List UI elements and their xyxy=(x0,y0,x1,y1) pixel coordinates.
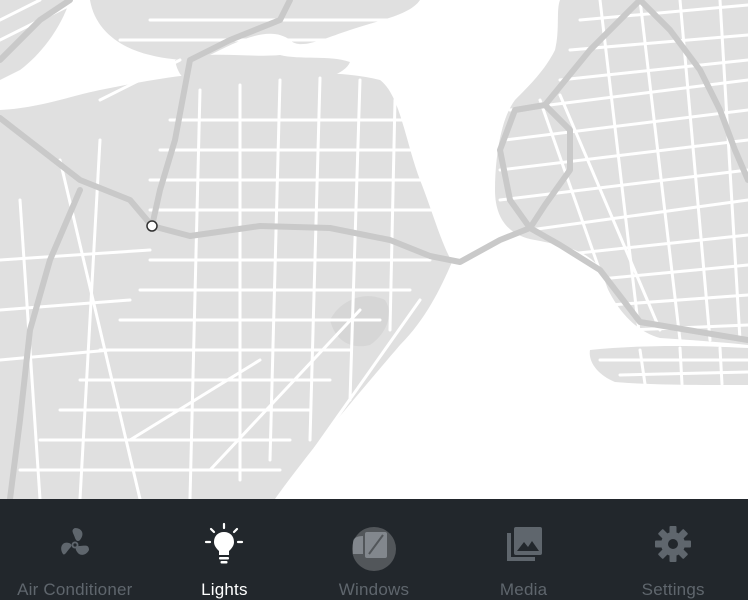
touch-ripple xyxy=(351,527,396,571)
map-canvas[interactable] xyxy=(0,0,748,499)
nav-item-media[interactable]: Media xyxy=(449,499,599,600)
lightbulb-icon xyxy=(201,521,247,566)
app-root: Air Conditioner Lights Windows Media Set… xyxy=(0,0,748,600)
land-left xyxy=(0,71,452,499)
nav-item-lights[interactable]: Lights xyxy=(150,499,300,600)
nav-label: Windows xyxy=(338,580,410,599)
nav-item-windows[interactable]: Windows xyxy=(299,499,449,600)
nav-label: Settings xyxy=(641,580,705,599)
nav-label: Lights xyxy=(201,580,248,599)
fan-icon xyxy=(52,521,98,566)
nav-item-air-conditioner[interactable]: Air Conditioner xyxy=(0,499,150,600)
land-right-lower xyxy=(589,345,748,385)
nav-item-settings[interactable]: Settings xyxy=(598,499,748,600)
gear-icon xyxy=(650,521,696,566)
map-view[interactable] xyxy=(0,0,748,499)
location-marker[interactable] xyxy=(146,220,158,232)
nav-label: Air Conditioner xyxy=(17,580,133,599)
bottom-navigation-bar: Air Conditioner Lights Windows Media Set… xyxy=(0,499,748,600)
photo-library-icon xyxy=(501,521,547,566)
land-top-left xyxy=(0,0,70,80)
nav-label: Media xyxy=(499,580,548,599)
